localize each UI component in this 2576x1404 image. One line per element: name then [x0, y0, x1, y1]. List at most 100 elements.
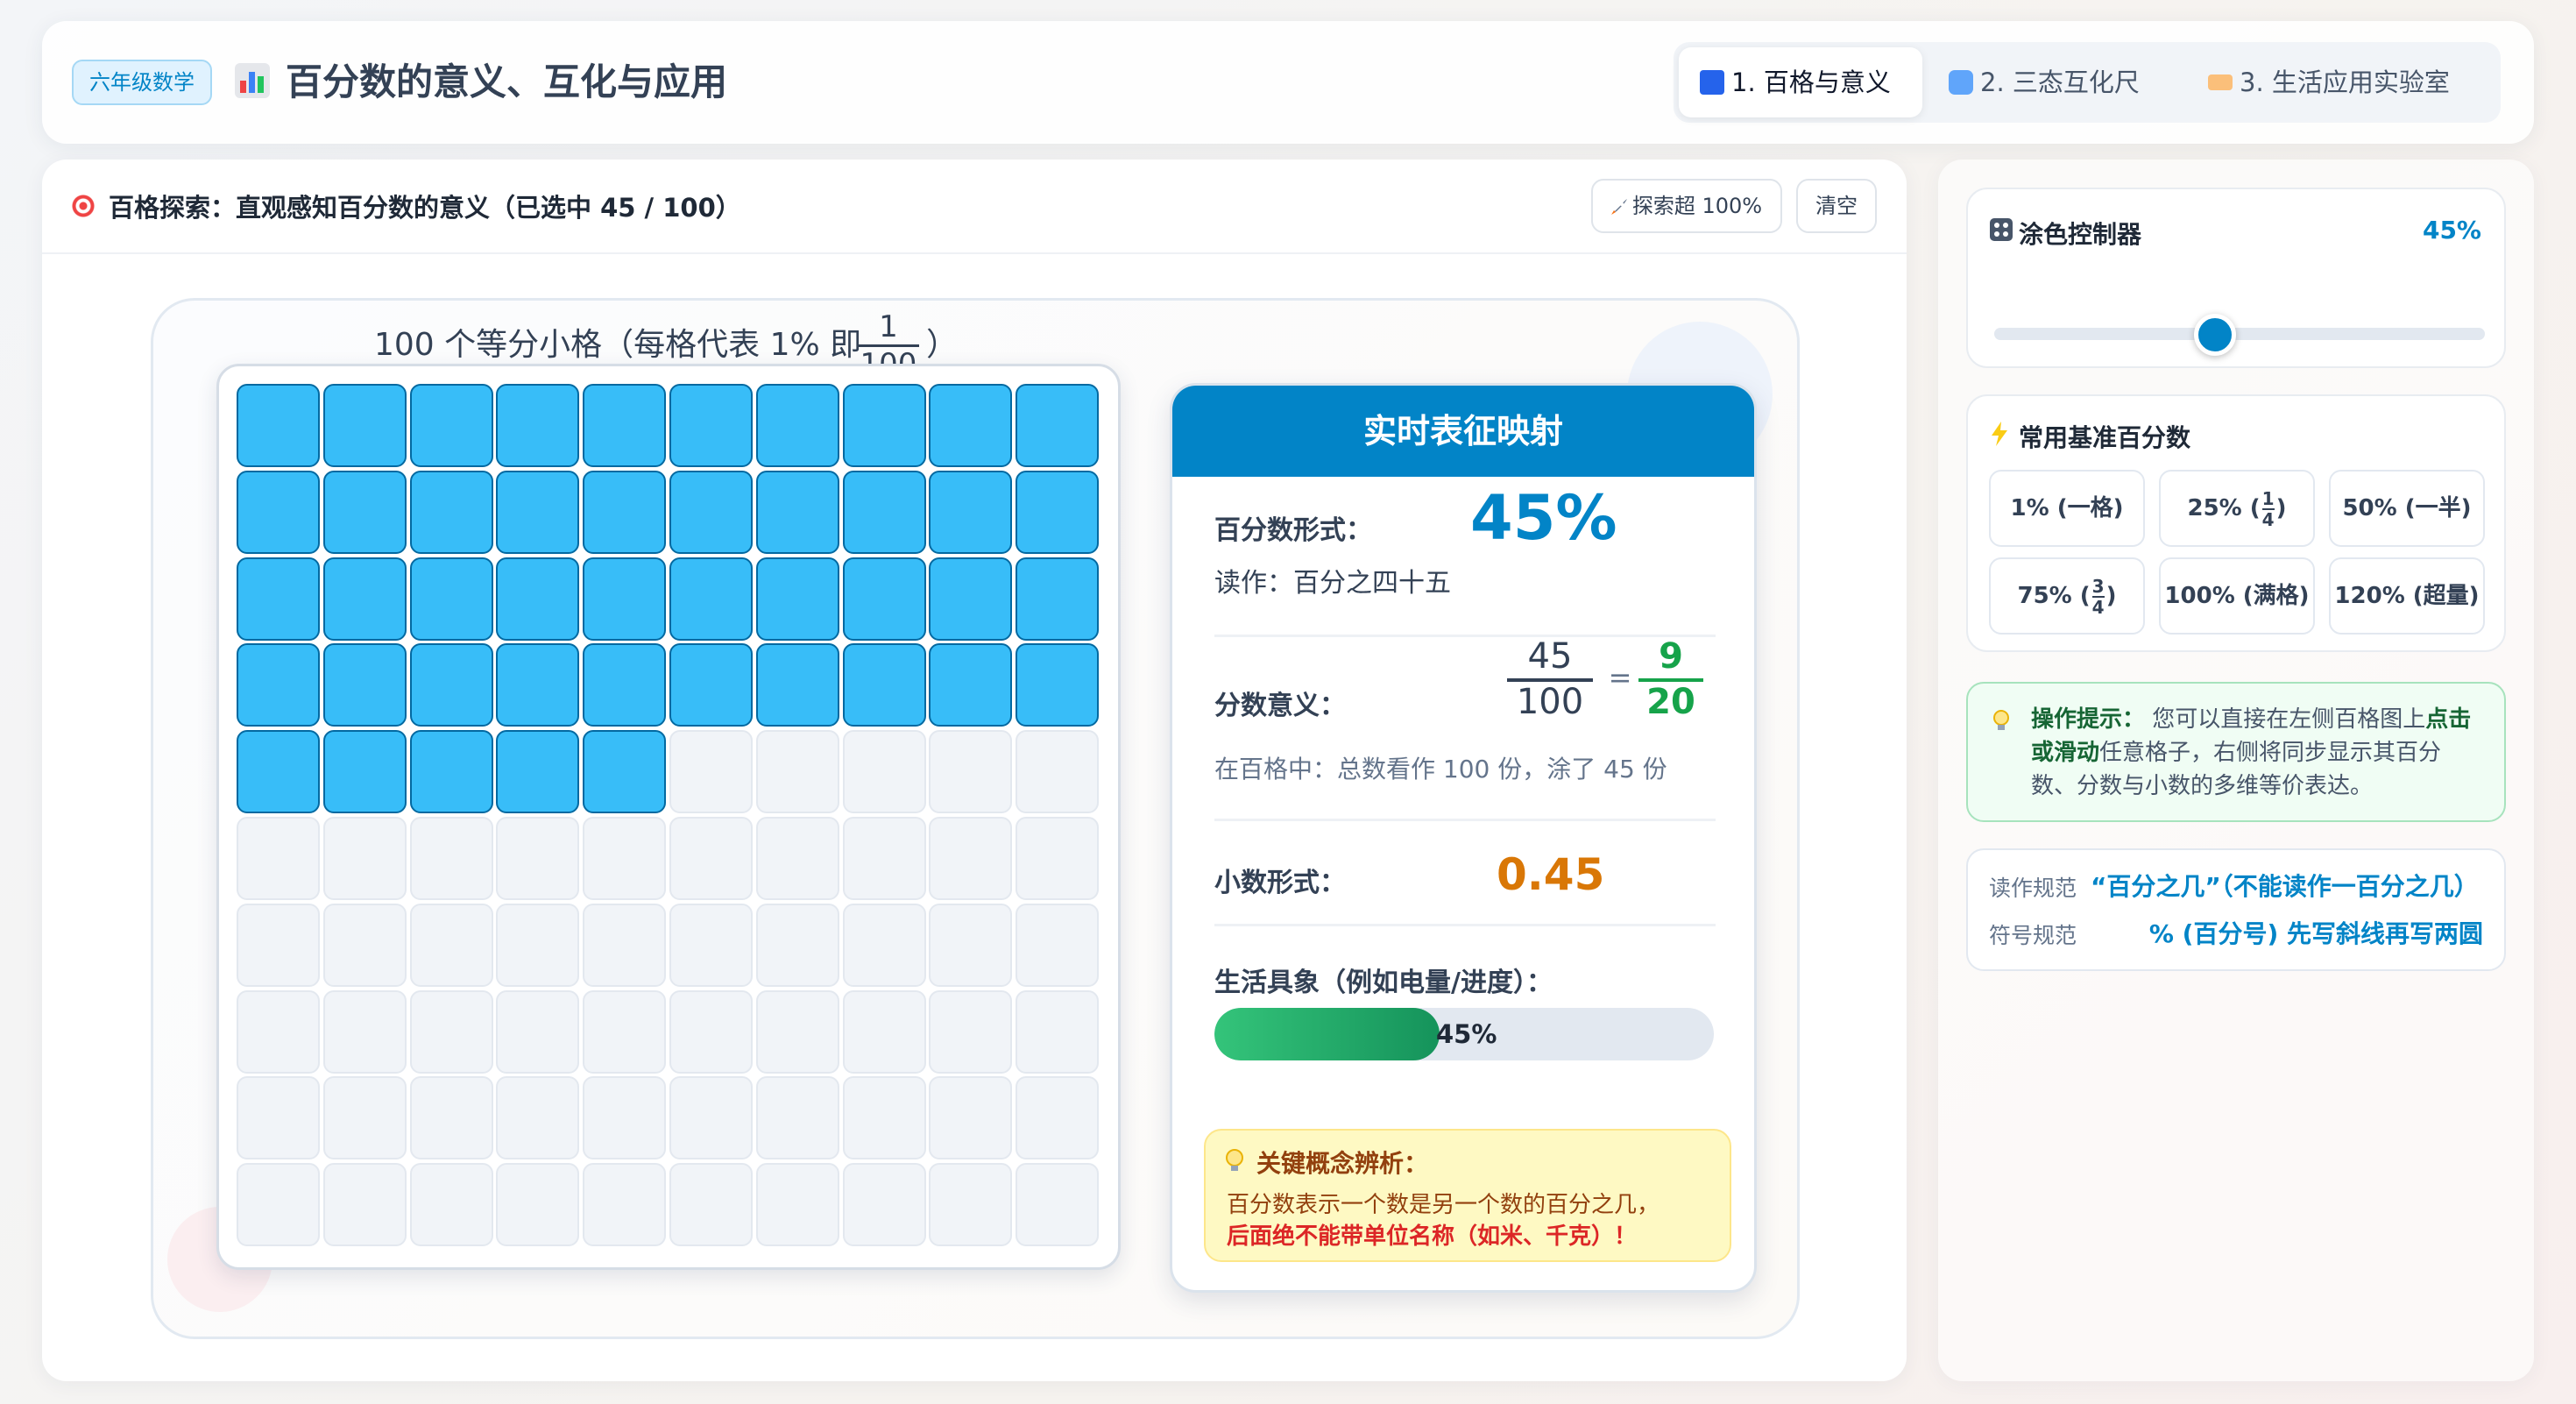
grid-cell[interactable]	[1016, 643, 1100, 727]
grid-cell[interactable]	[496, 817, 580, 900]
grid-cell[interactable]	[409, 817, 493, 900]
grid-cell[interactable]	[409, 903, 493, 987]
grid-cell[interactable]	[669, 989, 753, 1074]
grid-cell[interactable]	[929, 557, 1013, 641]
grid-cell[interactable]	[237, 1076, 320, 1160]
grid-cell[interactable]	[583, 817, 667, 900]
grid-cell[interactable]	[669, 1163, 753, 1247]
grid-cell[interactable]	[755, 557, 839, 641]
grid-cell[interactable]	[669, 1076, 753, 1160]
grid-cell[interactable]	[409, 643, 493, 727]
grid-cell[interactable]	[237, 817, 320, 900]
benchmark-75-percent-button[interactable]: 75% (3 4)	[1989, 557, 2145, 635]
grid-cell[interactable]	[237, 470, 320, 554]
grid-cell[interactable]	[496, 557, 580, 641]
grid-cell[interactable]	[755, 989, 839, 1074]
slider-thumb[interactable]	[2194, 314, 2236, 356]
grid-cell[interactable]	[842, 1076, 926, 1160]
grid-cell[interactable]	[1016, 989, 1100, 1074]
grid-cell[interactable]	[1016, 470, 1100, 554]
grid-cell[interactable]	[409, 384, 493, 467]
grid-cell[interactable]	[669, 470, 753, 554]
grid-cell[interactable]	[1016, 1163, 1100, 1247]
grid-cell[interactable]	[409, 557, 493, 641]
grid-cell[interactable]	[669, 557, 753, 641]
grid-cell[interactable]	[842, 730, 926, 814]
grid-cell[interactable]	[842, 817, 926, 900]
grid-cell[interactable]	[496, 903, 580, 987]
grid-cell[interactable]	[583, 1076, 667, 1160]
grid-cell[interactable]	[1016, 384, 1100, 467]
grid-cell[interactable]	[583, 989, 667, 1074]
benchmark-100-percent-button[interactable]: 100% (满格)	[2159, 557, 2315, 635]
grid-cell[interactable]	[842, 384, 926, 467]
grid-cell[interactable]	[322, 817, 407, 900]
clear-button[interactable]: 清空	[1796, 179, 1877, 233]
slider-track[interactable]	[1994, 328, 2485, 340]
grid-cell[interactable]	[237, 557, 320, 641]
grid-cell[interactable]	[755, 903, 839, 987]
grid-cell[interactable]	[755, 470, 839, 554]
grid-cell[interactable]	[583, 384, 667, 467]
grid-cell[interactable]	[929, 903, 1013, 987]
grid-cell[interactable]	[929, 643, 1013, 727]
grid-cell[interactable]	[929, 730, 1013, 814]
grid-cell[interactable]	[755, 1076, 839, 1160]
grid-cell[interactable]	[755, 1163, 839, 1247]
grid-cell[interactable]	[322, 557, 407, 641]
grid-cell[interactable]	[1016, 730, 1100, 814]
grid-cell[interactable]	[322, 470, 407, 554]
tab-conversion-ruler[interactable]: 2. 三态互化尺	[1928, 47, 2182, 117]
grid-cell[interactable]	[583, 643, 667, 727]
grid-cell[interactable]	[583, 557, 667, 641]
grid-cell[interactable]	[496, 643, 580, 727]
grid-cell[interactable]	[1016, 817, 1100, 900]
grid-cell[interactable]	[929, 989, 1013, 1074]
grid-cell[interactable]	[322, 1163, 407, 1247]
grid-cell[interactable]	[669, 817, 753, 900]
grid-cell[interactable]	[929, 384, 1013, 467]
grid-cell[interactable]	[409, 1163, 493, 1247]
grid-cell[interactable]	[237, 643, 320, 727]
grid-cell[interactable]	[842, 989, 926, 1074]
grid-cell[interactable]	[583, 1163, 667, 1247]
grid-cell[interactable]	[409, 989, 493, 1074]
grid-cell[interactable]	[237, 903, 320, 987]
grid-cell[interactable]	[929, 1163, 1013, 1247]
grid-cell[interactable]	[929, 817, 1013, 900]
grid-cell[interactable]	[929, 470, 1013, 554]
grid-cell[interactable]	[929, 1076, 1013, 1160]
benchmark-50-percent-button[interactable]: 50% (一半)	[2329, 470, 2485, 547]
grid-cell[interactable]	[1016, 1076, 1100, 1160]
grid-cell[interactable]	[496, 730, 580, 814]
grid-cell[interactable]	[322, 730, 407, 814]
benchmark-1-percent-button[interactable]: 1% (一格)	[1989, 470, 2145, 547]
grid-cell[interactable]	[237, 730, 320, 814]
grid-cell[interactable]	[237, 1163, 320, 1247]
explore-over-100-button[interactable]: 探索超 100%	[1591, 179, 1782, 233]
grid-cell[interactable]	[322, 1076, 407, 1160]
grid-cell[interactable]	[842, 903, 926, 987]
grid-cell[interactable]	[583, 730, 667, 814]
grid-cell[interactable]	[669, 384, 753, 467]
grid-cell[interactable]	[496, 989, 580, 1074]
grid-cell[interactable]	[322, 643, 407, 727]
grid-cell[interactable]	[583, 470, 667, 554]
grid-cell[interactable]	[322, 903, 407, 987]
grid-cell[interactable]	[409, 730, 493, 814]
grid-cell[interactable]	[669, 730, 753, 814]
grid-cell[interactable]	[583, 903, 667, 987]
grid-cell[interactable]	[1016, 903, 1100, 987]
grid-cell[interactable]	[669, 643, 753, 727]
grid-cell[interactable]	[496, 1163, 580, 1247]
grid-cell[interactable]	[237, 384, 320, 467]
grid-cell[interactable]	[842, 557, 926, 641]
grid-cell[interactable]	[237, 989, 320, 1074]
grid-cell[interactable]	[496, 470, 580, 554]
grid-cell[interactable]	[669, 903, 753, 987]
grid-cell[interactable]	[755, 730, 839, 814]
grid-cell[interactable]	[1016, 557, 1100, 641]
grid-cell[interactable]	[496, 1076, 580, 1160]
grid-cell[interactable]	[755, 643, 839, 727]
grid-cell[interactable]	[755, 817, 839, 900]
